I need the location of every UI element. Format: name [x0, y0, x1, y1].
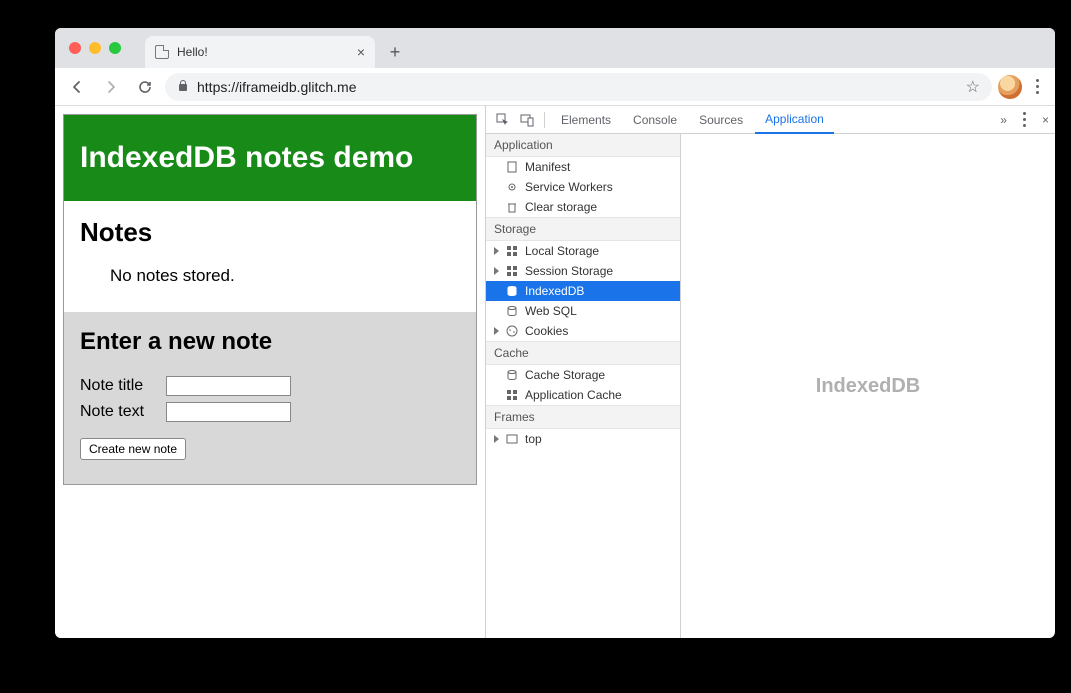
- trash-icon: [505, 200, 519, 214]
- grid-icon: [505, 388, 519, 402]
- note-title-label: Note title: [80, 377, 158, 395]
- window-controls: [69, 42, 121, 54]
- devtools-main-panel: IndexedDB: [681, 134, 1055, 638]
- close-window-button[interactable]: [69, 42, 81, 54]
- tab-elements[interactable]: Elements: [551, 106, 621, 134]
- new-note-form: Enter a new note Note title Note text Cr…: [64, 312, 476, 484]
- forward-button[interactable]: [97, 73, 125, 101]
- database-icon: [505, 284, 519, 298]
- more-tabs-icon[interactable]: »: [1000, 113, 1007, 127]
- bookmark-star-icon[interactable]: ☆: [966, 77, 980, 97]
- url-text: https://iframeidb.glitch.me: [197, 79, 357, 95]
- device-toolbar-icon[interactable]: [516, 109, 538, 131]
- empty-message: No notes stored.: [110, 266, 460, 286]
- gear-icon: [505, 180, 519, 194]
- section-frames: Frames: [486, 405, 680, 429]
- browser-tab[interactable]: Hello! ×: [145, 36, 375, 68]
- tab-sources[interactable]: Sources: [689, 106, 753, 134]
- sidebar-item-top-frame[interactable]: top: [486, 429, 680, 449]
- minimize-window-button[interactable]: [89, 42, 101, 54]
- sidebar-item-indexeddb[interactable]: IndexedDB: [486, 281, 680, 301]
- tab-strip: Hello! × +: [55, 28, 1055, 68]
- lock-icon: [177, 81, 189, 93]
- section-storage: Storage: [486, 217, 680, 241]
- application-sidebar: Application Manifest Service Workers Cle…: [486, 134, 681, 638]
- grid-icon: [505, 264, 519, 278]
- section-application: Application: [486, 134, 680, 157]
- new-tab-button[interactable]: +: [381, 38, 409, 66]
- page-viewport: IndexedDB notes demo Notes No notes stor…: [55, 106, 485, 638]
- back-button[interactable]: [63, 73, 91, 101]
- file-icon: [155, 45, 169, 59]
- profile-avatar[interactable]: [998, 75, 1022, 99]
- maximize-window-button[interactable]: [109, 42, 121, 54]
- sidebar-item-websql[interactable]: Web SQL: [486, 301, 680, 321]
- form-heading: Enter a new note: [80, 328, 460, 356]
- reload-button[interactable]: [131, 73, 159, 101]
- file-icon: [505, 160, 519, 174]
- note-text-label: Note text: [80, 403, 158, 421]
- sidebar-item-service-workers[interactable]: Service Workers: [486, 177, 680, 197]
- notes-section: Notes No notes stored.: [64, 201, 476, 302]
- create-note-button[interactable]: Create new note: [80, 438, 186, 460]
- panel-title: IndexedDB: [816, 375, 920, 398]
- note-text-input[interactable]: [166, 402, 291, 422]
- address-bar[interactable]: https://iframeidb.glitch.me ☆: [165, 73, 992, 101]
- sidebar-item-clear-storage[interactable]: Clear storage: [486, 197, 680, 217]
- sidebar-item-session-storage[interactable]: Session Storage: [486, 261, 680, 281]
- inspect-element-icon[interactable]: [492, 109, 514, 131]
- devtools-tab-bar: Elements Console Sources Application » ×: [486, 106, 1055, 134]
- page-title: IndexedDB notes demo: [80, 141, 460, 175]
- tab-console[interactable]: Console: [623, 106, 687, 134]
- chrome-menu-button[interactable]: [1028, 79, 1047, 94]
- content-area: IndexedDB notes demo Notes No notes stor…: [55, 106, 1055, 638]
- note-title-input[interactable]: [166, 376, 291, 396]
- tab-title: Hello!: [177, 45, 349, 59]
- devtools-close-button[interactable]: ×: [1042, 113, 1049, 127]
- close-tab-button[interactable]: ×: [357, 44, 365, 60]
- sidebar-item-cache-storage[interactable]: Cache Storage: [486, 365, 680, 385]
- database-icon: [505, 368, 519, 382]
- sidebar-item-application-cache[interactable]: Application Cache: [486, 385, 680, 405]
- grid-icon: [505, 244, 519, 258]
- tab-application[interactable]: Application: [755, 106, 834, 134]
- sidebar-item-local-storage[interactable]: Local Storage: [486, 241, 680, 261]
- devtools-menu-button[interactable]: [1015, 112, 1034, 127]
- section-cache: Cache: [486, 341, 680, 365]
- frame-icon: [505, 432, 519, 446]
- page-header: IndexedDB notes demo: [64, 115, 476, 201]
- toolbar: https://iframeidb.glitch.me ☆: [55, 68, 1055, 106]
- database-icon: [505, 304, 519, 318]
- notes-heading: Notes: [80, 217, 460, 248]
- sidebar-item-cookies[interactable]: Cookies: [486, 321, 680, 341]
- cookie-icon: [505, 324, 519, 338]
- devtools-panel: Elements Console Sources Application » ×…: [485, 106, 1055, 638]
- sidebar-item-manifest[interactable]: Manifest: [486, 157, 680, 177]
- browser-window: Hello! × + https://iframeidb.glitch.me ☆: [55, 28, 1055, 638]
